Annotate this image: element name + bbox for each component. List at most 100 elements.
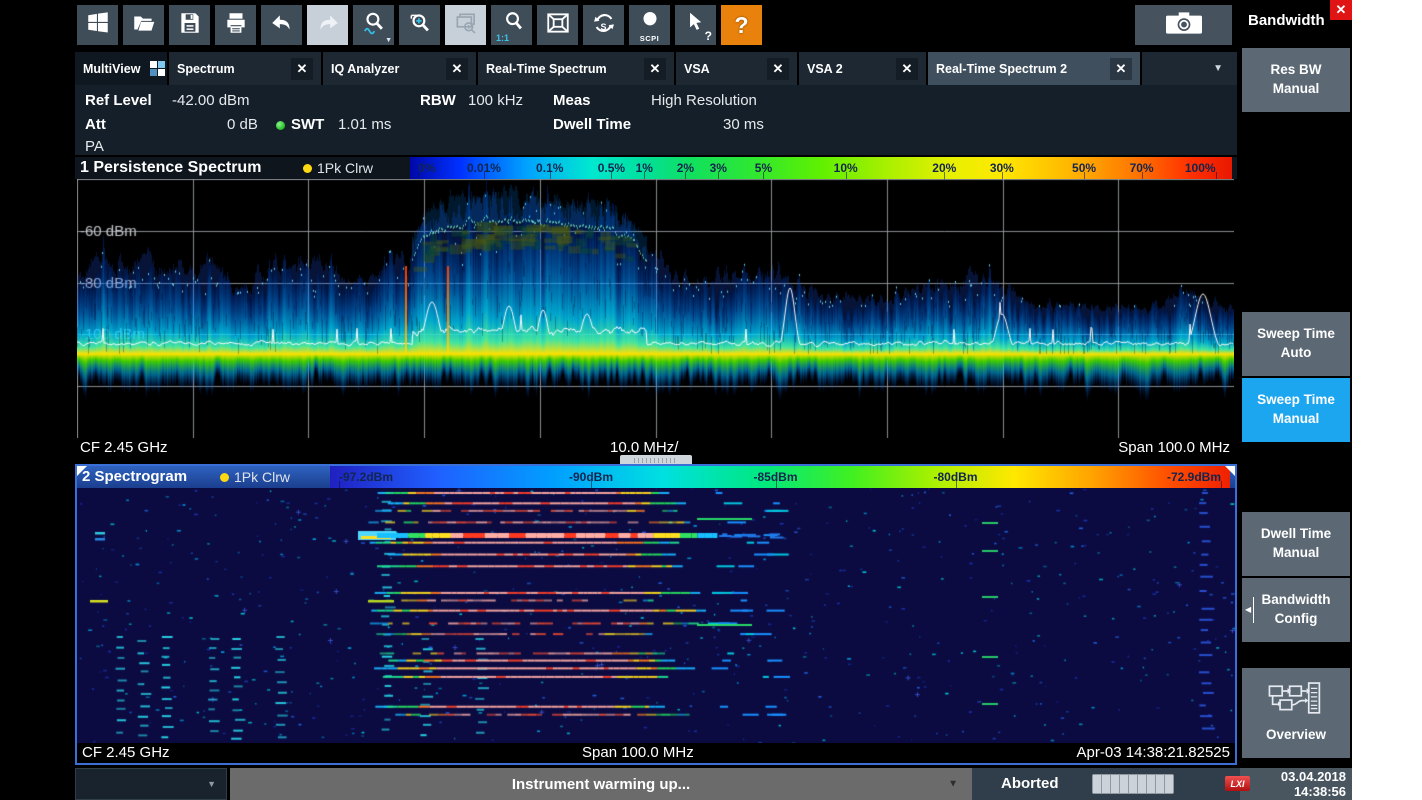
- open-file-button[interactable]: [123, 5, 164, 45]
- softkey-bandwidth-config[interactable]: ◀ Bandwidth Config: [1242, 578, 1350, 642]
- lxi-status-icon: LXI: [1225, 776, 1250, 791]
- att-label: Att: [85, 116, 106, 133]
- scale-label: 30%: [990, 161, 1014, 175]
- scale-label: 5%: [755, 161, 772, 175]
- softkey-label: Sweep Time Manual: [1248, 391, 1344, 429]
- tab-label: MultiView: [83, 62, 140, 76]
- date-time-display[interactable]: 03.04.2018 14:38:56: [1252, 769, 1346, 799]
- tab-overflow-dropdown[interactable]: ▼: [1142, 52, 1237, 85]
- trace-label: 1Pk Clrw: [234, 469, 290, 485]
- span-label[interactable]: Span 100.0 MHz: [582, 744, 694, 761]
- chevron-down-icon: ▼: [1213, 63, 1223, 74]
- softkey-label: Dwell Time Manual: [1248, 525, 1344, 563]
- scale-label: 10%: [834, 161, 858, 175]
- scpi-label: SCPI: [640, 34, 660, 43]
- save-button[interactable]: [169, 5, 210, 45]
- progress-segment: [1165, 775, 1173, 793]
- softkey-sweep-time-manual[interactable]: Sweep Time Manual: [1242, 378, 1350, 442]
- progress-segment: [1093, 775, 1101, 793]
- persistence-window-header[interactable]: 1 Persistence Spectrum 1Pk Clrw 0%0.01%0…: [75, 157, 1237, 179]
- analyzer-screen: ▼ 1:1 S SCPI ? ?: [0, 0, 1352, 800]
- scale-label: -80dBm: [933, 470, 977, 484]
- center-frequency-label[interactable]: CF 2.45 GHz: [80, 439, 168, 456]
- close-menu-button[interactable]: ✕: [1330, 0, 1352, 20]
- tab-vsa[interactable]: VSA ✕: [676, 52, 797, 85]
- close-icon[interactable]: ✕: [644, 58, 666, 80]
- center-frequency-label[interactable]: CF 2.45 GHz: [82, 744, 170, 761]
- tab-real-time-spectrum[interactable]: Real-Time Spectrum ✕: [478, 52, 674, 85]
- softkey-sweep-time-auto[interactable]: Sweep Time Auto: [1242, 312, 1350, 376]
- print-button[interactable]: [215, 5, 256, 45]
- per-division-label[interactable]: 10.0 MHz/: [610, 439, 678, 456]
- swt-value[interactable]: 1.01 ms: [338, 116, 391, 133]
- close-icon[interactable]: ✕: [767, 58, 789, 80]
- scale-label: -72.9dBm: [1167, 470, 1221, 484]
- softkey-menu-title: Bandwidth: [1248, 12, 1325, 29]
- close-icon[interactable]: ✕: [1110, 58, 1132, 80]
- chevron-down-icon: ▼: [385, 37, 392, 44]
- scale-label: 0.5%: [598, 161, 625, 175]
- progress-segment: [1147, 775, 1155, 793]
- swt-label: SWT: [291, 116, 324, 133]
- zoom-trace-button[interactable]: ▼: [353, 5, 394, 45]
- window-title: 2 Spectrogram: [82, 468, 187, 485]
- screenshot-button[interactable]: [1135, 5, 1232, 45]
- channel-tab-bar: MultiView Spectrum ✕ IQ Analyzer ✕ Real-…: [75, 52, 1237, 85]
- submenu-arrow-icon: ◀: [1245, 597, 1254, 623]
- pa-indicator: PA: [85, 138, 104, 155]
- open-folder-icon: [131, 10, 157, 41]
- meas-label: Meas: [553, 92, 591, 109]
- printer-icon: [223, 10, 249, 41]
- help-button[interactable]: ?: [721, 5, 762, 45]
- scale-label: 3%: [710, 161, 727, 175]
- status-bar: ▼ Instrument warming up... ▼ Aborted LXI…: [0, 768, 1352, 800]
- spectrogram-window-header[interactable]: 2 Spectrogram 1Pk Clrw -97.2dBm-90dBm-85…: [77, 466, 1235, 488]
- meas-value[interactable]: High Resolution: [651, 92, 757, 109]
- split-screen-button[interactable]: [537, 5, 578, 45]
- scale-label: 0%: [418, 161, 435, 175]
- zoom-selection-button[interactable]: [399, 5, 440, 45]
- softkey-dwell-time-manual[interactable]: Dwell Time Manual: [1242, 512, 1350, 576]
- dwell-time-value[interactable]: 30 ms: [723, 116, 764, 133]
- refresh-sync-button[interactable]: S: [583, 5, 624, 45]
- span-label[interactable]: Span 100.0 MHz: [1118, 439, 1230, 456]
- trace-dot-icon: [220, 473, 229, 482]
- persistence-spectrum-plot[interactable]: [77, 179, 1234, 438]
- softkey-res-bw-manual[interactable]: Res BW Manual: [1242, 48, 1350, 112]
- att-value[interactable]: 0 dB: [227, 116, 258, 133]
- status-message: Instrument warming up...: [512, 776, 690, 793]
- ref-level-value[interactable]: -42.00 dBm: [172, 92, 250, 109]
- tab-iq-analyzer[interactable]: IQ Analyzer ✕: [323, 52, 476, 85]
- tab-real-time-spectrum-2[interactable]: Real-Time Spectrum 2 ✕: [928, 52, 1140, 85]
- tab-label: Spectrum: [177, 62, 235, 76]
- undo-button[interactable]: [261, 5, 302, 45]
- softkey-overview[interactable]: Overview: [1242, 668, 1350, 758]
- zoom-selection-icon: [407, 10, 433, 41]
- tab-label: Real-Time Spectrum 2: [936, 62, 1067, 76]
- progress-segment: [1156, 775, 1164, 793]
- tab-multiview[interactable]: MultiView: [75, 52, 167, 85]
- close-icon[interactable]: ✕: [896, 58, 918, 80]
- rbw-label: RBW: [420, 92, 456, 109]
- channel-settings-bar[interactable]: Ref Level -42.00 dBm RBW 100 kHz Meas Hi…: [75, 85, 1237, 155]
- undo-arrow-icon: [269, 10, 295, 41]
- scpi-recorder-button[interactable]: SCPI: [629, 5, 670, 45]
- tab-spectrum[interactable]: Spectrum ✕: [169, 52, 321, 85]
- scale-tick: [1221, 481, 1222, 488]
- close-icon[interactable]: ✕: [446, 58, 468, 80]
- status-message-bar[interactable]: Instrument warming up... ▼: [230, 768, 972, 800]
- spectrogram-plot[interactable]: [77, 488, 1235, 743]
- tab-vsa-2[interactable]: VSA 2 ✕: [799, 52, 926, 85]
- multi-window-zoom-button: [445, 5, 486, 45]
- scale-label: 0.01%: [467, 161, 501, 175]
- zoom-one-to-one-button[interactable]: 1:1: [491, 5, 532, 45]
- save-floppy-icon: [177, 10, 203, 41]
- windows-logo-icon: [85, 10, 111, 41]
- message-history-dropdown[interactable]: ▼: [75, 768, 227, 800]
- rbw-value[interactable]: 100 kHz: [468, 92, 523, 109]
- windows-start-button[interactable]: [77, 5, 118, 45]
- scale-label: 50%: [1072, 161, 1096, 175]
- context-help-button[interactable]: ?: [675, 5, 716, 45]
- redo-arrow-icon: [315, 10, 341, 41]
- close-icon[interactable]: ✕: [291, 58, 313, 80]
